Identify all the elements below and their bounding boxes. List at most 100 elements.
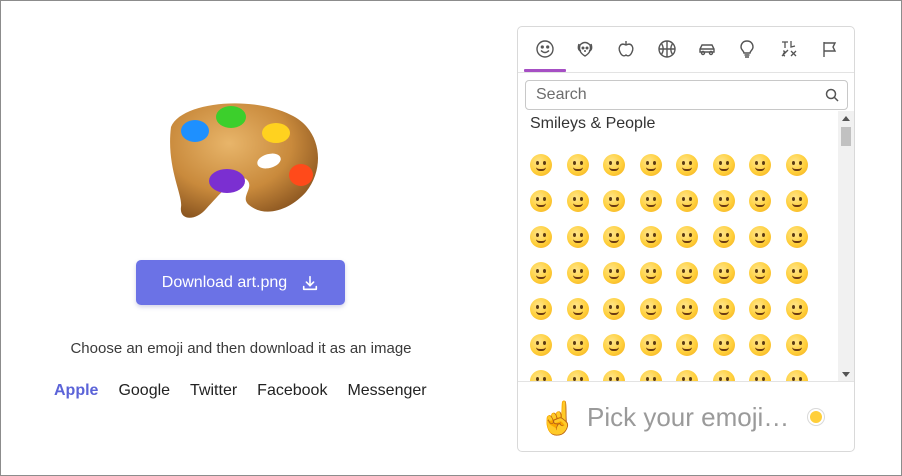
emoji-item[interactable] [566, 334, 589, 356]
emoji-item[interactable] [749, 262, 771, 284]
emoji-item[interactable] [566, 190, 589, 212]
emoji-item[interactable] [676, 226, 698, 248]
emoji-item[interactable] [712, 190, 735, 212]
emoji-item[interactable] [603, 154, 625, 176]
emoji-mouth [609, 167, 619, 171]
emoji-item[interactable] [603, 370, 625, 381]
emoji-item[interactable] [639, 190, 662, 212]
scrollbar[interactable] [838, 111, 854, 382]
skin-tone-selector[interactable] [807, 408, 825, 426]
emoji-item[interactable] [530, 190, 552, 212]
emoji-item[interactable] [603, 190, 625, 212]
emoji-item[interactable] [676, 370, 698, 381]
emoji-item[interactable] [530, 334, 552, 356]
objects-icon[interactable] [735, 37, 759, 61]
vendor-apple[interactable]: Apple [54, 382, 98, 400]
emoji-item[interactable] [785, 226, 808, 248]
emoji-mouth [536, 275, 546, 279]
preview-emoji: ☝️ [538, 400, 578, 436]
emoji-item[interactable] [530, 262, 552, 284]
scroll-up-arrow-icon[interactable] [842, 116, 850, 121]
vendor-twitter[interactable]: Twitter [190, 382, 237, 400]
emoji-item[interactable] [676, 154, 698, 176]
vendor-google[interactable]: Google [118, 382, 170, 400]
emoji-mouth [645, 347, 656, 351]
search-input[interactable] [526, 81, 816, 109]
emoji-item[interactable] [603, 298, 625, 320]
emoji-item[interactable] [749, 370, 771, 381]
smileys-icon[interactable] [533, 37, 557, 61]
emoji-mouth [572, 167, 583, 171]
emoji-mouth [536, 311, 546, 315]
emoji-item[interactable] [603, 226, 625, 248]
emoji-mouth [645, 275, 656, 279]
emoji-mouth [536, 239, 546, 243]
emoji-item[interactable] [566, 154, 589, 176]
emoji-item[interactable] [566, 298, 589, 320]
emoji-item[interactable] [749, 190, 771, 212]
emoji-item[interactable] [785, 334, 808, 356]
travel-icon[interactable] [695, 37, 719, 61]
emoji-item[interactable] [530, 370, 552, 381]
activity-icon[interactable] [655, 37, 679, 61]
food-icon[interactable] [614, 37, 638, 61]
download-button-label: Download art.png [161, 273, 288, 291]
emoji-item[interactable] [749, 334, 771, 356]
emoji-item[interactable] [785, 190, 808, 212]
vendor-messenger[interactable]: Messenger [347, 382, 426, 400]
emoji-mouth [718, 203, 729, 207]
emoji-mouth [536, 167, 546, 171]
emoji-item[interactable] [530, 298, 552, 320]
emoji-item[interactable] [676, 334, 698, 356]
emoji-item[interactable] [566, 262, 589, 284]
emoji-item[interactable] [785, 370, 808, 381]
emoji-mouth [718, 167, 729, 171]
emoji-item[interactable] [676, 262, 698, 284]
emoji-item[interactable] [749, 154, 771, 176]
flags-icon[interactable] [818, 37, 842, 61]
emoji-mouth [718, 311, 729, 315]
emoji-mouth [755, 347, 765, 351]
emoji-mouth [536, 203, 546, 207]
symbols-icon[interactable] [777, 37, 801, 61]
emoji-item[interactable] [712, 154, 735, 176]
vendor-facebook[interactable]: Facebook [257, 382, 327, 400]
emoji-item[interactable] [639, 298, 662, 320]
emoji-mouth [572, 203, 583, 207]
emoji-item[interactable] [676, 298, 698, 320]
emoji-item[interactable] [639, 226, 662, 248]
emoji-item[interactable] [603, 334, 625, 356]
emoji-item[interactable] [603, 262, 625, 284]
emoji-item[interactable] [639, 370, 662, 381]
scrollbar-thumb[interactable] [841, 127, 851, 146]
emoji-mouth [609, 311, 619, 315]
emoji-item[interactable] [530, 226, 552, 248]
emoji-mouth [645, 239, 656, 243]
emoji-item[interactable] [712, 226, 735, 248]
emoji-item[interactable] [639, 262, 662, 284]
emoji-item[interactable] [785, 298, 808, 320]
download-button[interactable]: Download art.png [136, 260, 345, 305]
emoji-item[interactable] [676, 190, 698, 212]
emoji-item[interactable] [785, 154, 808, 176]
animals-icon[interactable] [573, 37, 597, 61]
emoji-item[interactable] [712, 262, 735, 284]
emoji-item[interactable] [712, 334, 735, 356]
emoji-mouth [536, 347, 546, 351]
emoji-item[interactable] [749, 226, 771, 248]
emoji-item[interactable] [530, 154, 552, 176]
emoji-mouth [682, 203, 692, 207]
emoji-item[interactable] [785, 262, 808, 284]
emoji-item[interactable] [712, 298, 735, 320]
emoji-mouth [572, 239, 583, 243]
emoji-mouth [572, 347, 583, 351]
emoji-item[interactable] [749, 298, 771, 320]
scroll-down-arrow-icon[interactable] [842, 372, 850, 377]
emoji-item[interactable] [566, 370, 589, 381]
emoji-item[interactable] [566, 226, 589, 248]
emoji-mouth [572, 311, 583, 315]
emoji-item[interactable] [639, 154, 662, 176]
emoji-item[interactable] [639, 334, 662, 356]
emoji-item[interactable] [712, 370, 735, 381]
search-icon [825, 88, 839, 102]
